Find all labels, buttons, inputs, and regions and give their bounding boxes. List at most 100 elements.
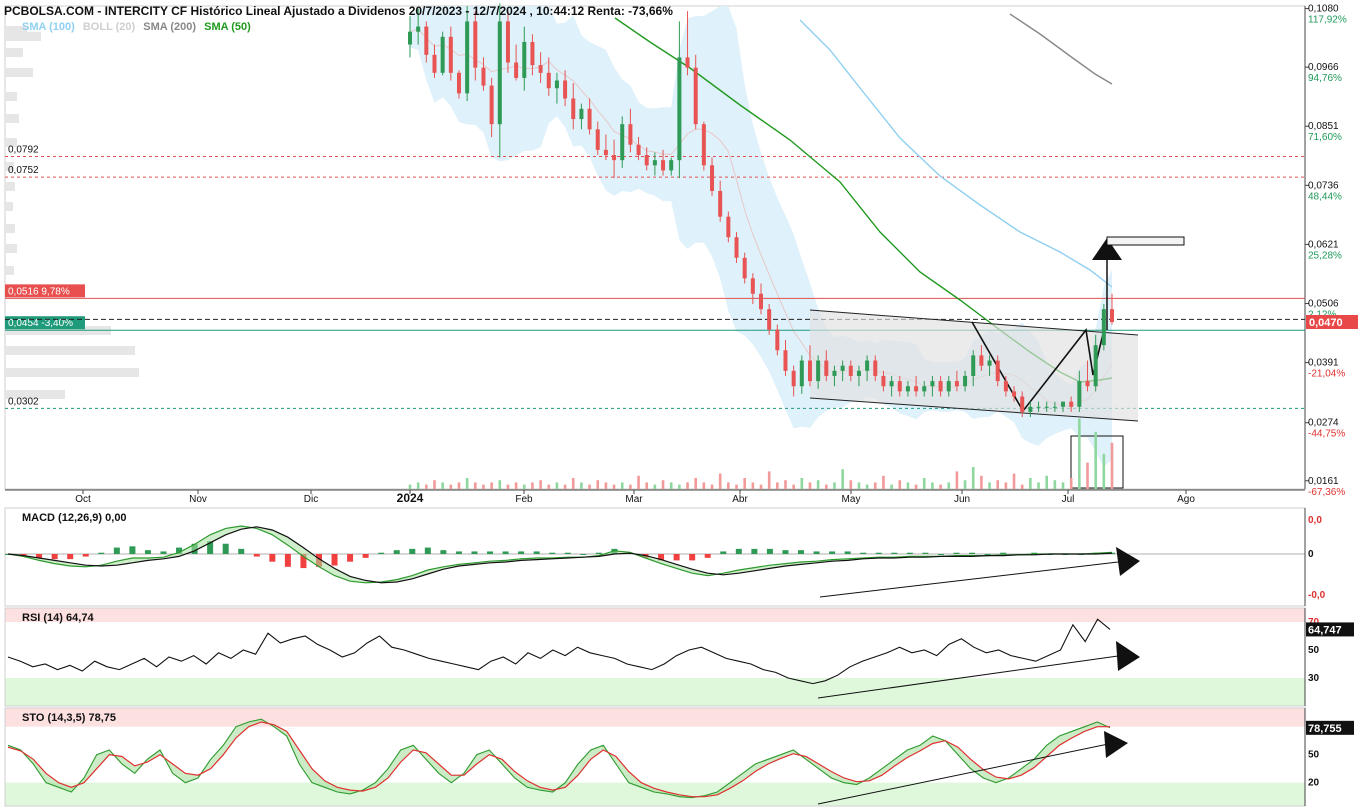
candle-body (514, 62, 519, 78)
volume-bar (727, 482, 730, 489)
price-tick-label: 0,0966 (1308, 62, 1339, 73)
candle-body (775, 329, 780, 351)
macd-label: MACD (12,26,9) (22, 512, 103, 524)
macd-histogram-bar (98, 552, 105, 554)
macd-histogram-bar (160, 551, 167, 554)
volume-bar (1020, 484, 1024, 489)
candle-body (710, 165, 715, 191)
macd-tick-label: 0 (1308, 549, 1314, 560)
pct-tick-label: 117,92% (1308, 15, 1347, 26)
volume-bar (849, 480, 853, 489)
rsi-oversold-zone (5, 678, 1305, 706)
macd-histogram-bar (984, 554, 991, 555)
candle-body (489, 85, 494, 125)
volume-bar (1110, 442, 1114, 489)
volume-bar (1012, 473, 1016, 489)
legend-sma50: SMA (50) (204, 21, 251, 33)
price-tick-label: 0,0161 (1308, 476, 1339, 487)
volume-bar (980, 475, 983, 489)
macd-histogram-bar (347, 554, 354, 562)
volume-profile-bar (5, 224, 15, 233)
rsi-tick-label: 50 (1308, 645, 1320, 656)
volume-bar (792, 484, 795, 489)
volume-bar (898, 480, 902, 489)
volume-bar (474, 482, 477, 489)
macd-histogram-bar (860, 552, 867, 554)
candle-body (677, 57, 682, 161)
macd-histogram-bar (67, 554, 74, 560)
candle-body (750, 278, 755, 294)
candle-body (954, 381, 959, 387)
volume-bar (759, 484, 763, 489)
macd-histogram-bar (564, 552, 571, 554)
candle-body (416, 26, 421, 32)
volume-bar (539, 480, 542, 489)
volume-bar (490, 482, 493, 489)
volume-bar (465, 478, 469, 489)
macd-histogram-bar (953, 552, 960, 554)
candle-body (905, 386, 910, 392)
volume-profile-bar (5, 202, 13, 211)
volume-bar (841, 469, 844, 489)
macd-histogram-bar (875, 552, 882, 554)
candle-body (832, 370, 837, 376)
macd-histogram-bar (720, 551, 727, 554)
candle-body (408, 31, 412, 45)
month-tick-label: Feb (515, 494, 533, 505)
candle-body (922, 386, 927, 392)
candle-body (1085, 381, 1090, 387)
volume-bar (767, 471, 771, 489)
candle-body (1093, 345, 1098, 387)
sto-overbought-zone (5, 708, 1305, 727)
volume-bar (702, 482, 706, 489)
candle-body (873, 360, 878, 376)
volume-bar (1045, 475, 1048, 489)
volume-bar (531, 482, 534, 489)
month-tick-label: Oct (75, 494, 91, 505)
volume-bar (571, 478, 575, 489)
sto-arrow (1104, 731, 1128, 758)
candle-body (987, 360, 992, 366)
volume-bar (833, 482, 836, 489)
price-tick-label: 0,0274 (1308, 418, 1339, 429)
volume-bar (416, 482, 420, 489)
macd-histogram-bar (829, 551, 836, 554)
volume-bar (514, 482, 518, 489)
volume-profile-bar (5, 346, 135, 355)
volume-bar (425, 484, 428, 489)
macd-histogram-bar (253, 554, 260, 557)
macd-histogram-bar (362, 554, 369, 558)
macd-tick-label: 0,0 (1308, 515, 1322, 526)
candle-body (889, 381, 894, 387)
month-tick-label: Mar (625, 494, 643, 505)
candle-body (1077, 381, 1082, 407)
candle-body (620, 124, 625, 161)
candle-body (669, 160, 674, 171)
price-tick-label: 0,0736 (1308, 180, 1339, 191)
volume-bar (482, 484, 485, 489)
volume-bar (882, 475, 885, 489)
macd-histogram-bar (782, 550, 789, 554)
volume-bar (816, 480, 820, 489)
macd-histogram-bar (844, 551, 851, 554)
candle-body (481, 67, 486, 86)
volume-bar (735, 484, 738, 489)
volume-bar (873, 482, 877, 489)
macd-histogram-bar (487, 551, 494, 554)
volume-bar (441, 482, 444, 489)
volume-bar (637, 475, 640, 489)
candle-body (718, 190, 723, 217)
candle-body (612, 155, 617, 161)
candle-body (571, 98, 576, 120)
candle-body (432, 54, 437, 73)
volume-bar (784, 480, 787, 489)
candle-body (1012, 391, 1017, 397)
volume-bar (710, 484, 714, 489)
volume-bar (547, 484, 551, 489)
level-label: 0,0752 (8, 165, 39, 176)
macd-histogram-bar (424, 547, 431, 554)
volume-bar (1061, 482, 1065, 489)
volume-bar (914, 484, 918, 489)
macd-histogram-bar (455, 551, 462, 554)
sto-value-label: 78,755 (1308, 723, 1342, 735)
